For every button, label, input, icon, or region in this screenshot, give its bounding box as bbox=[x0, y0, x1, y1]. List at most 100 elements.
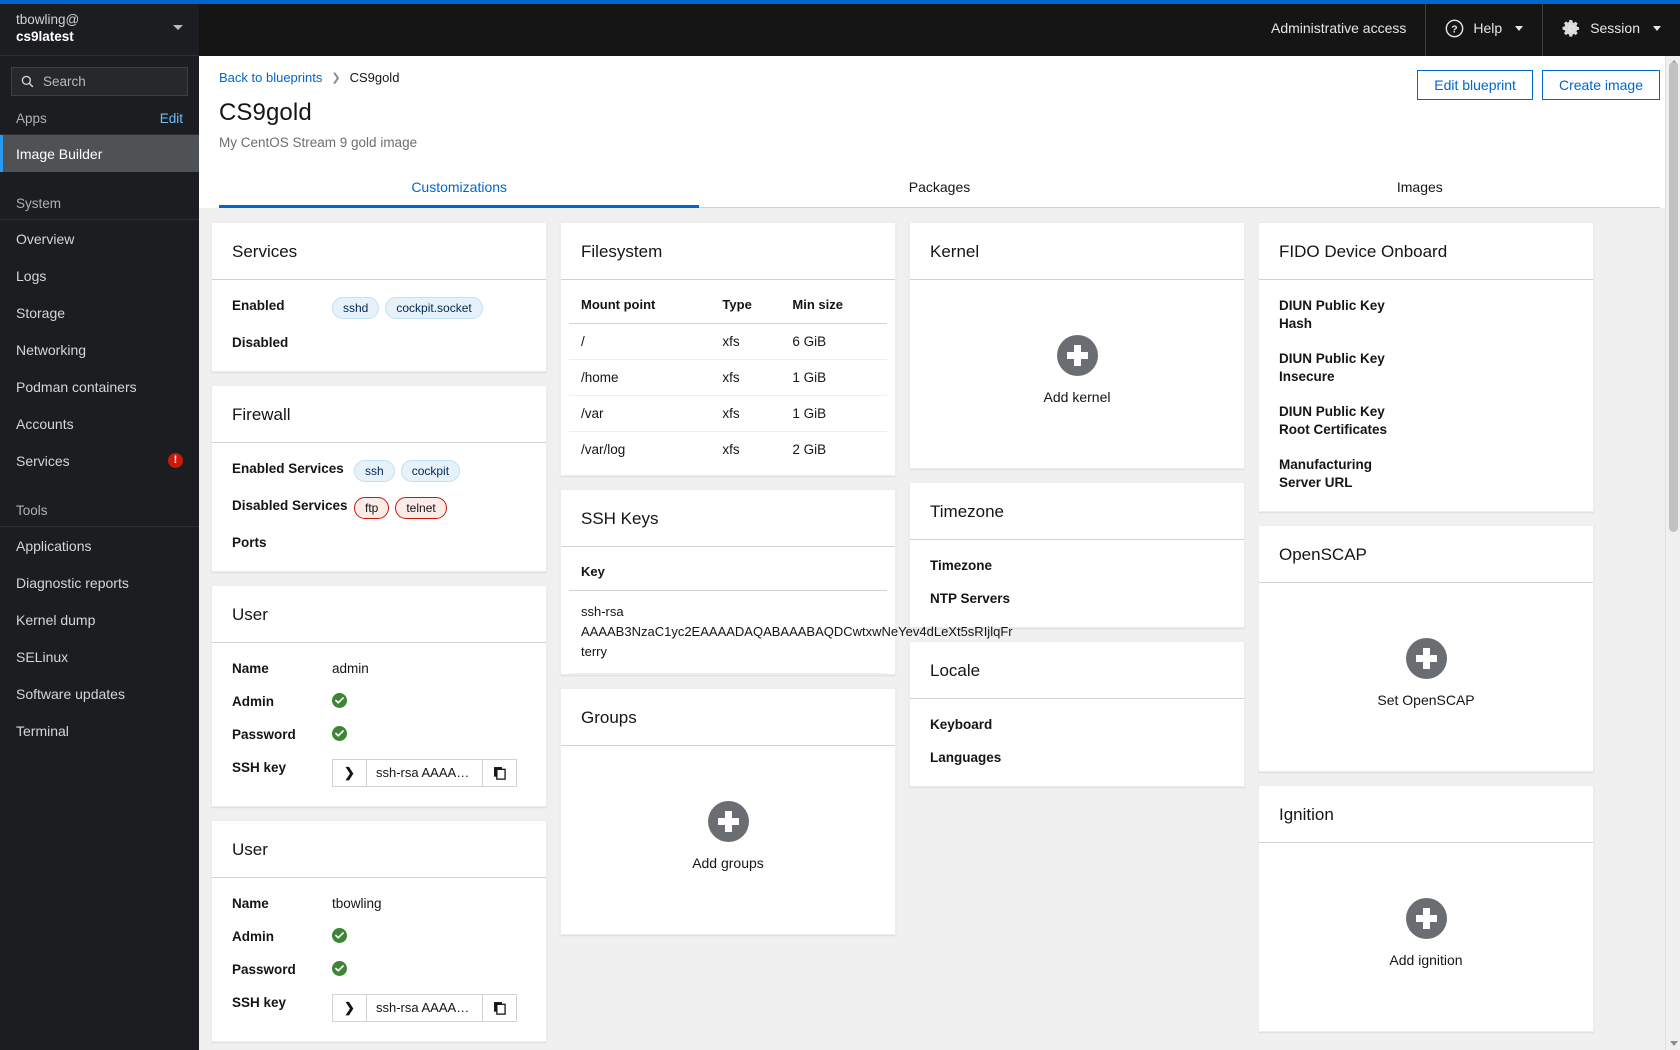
firewall-ports-values bbox=[354, 534, 526, 552]
sidebar-item-software-updates[interactable]: Software updates bbox=[0, 675, 199, 712]
tab-images[interactable]: Images bbox=[1180, 166, 1660, 207]
help-icon: ? bbox=[1446, 19, 1464, 37]
user-name-label: Name bbox=[232, 661, 269, 676]
check-circle-icon bbox=[332, 961, 347, 976]
sidebar-item-diagnostic-reports[interactable]: Diagnostic reports bbox=[0, 564, 199, 601]
user-password-value bbox=[332, 961, 526, 979]
user-card-title: User bbox=[212, 586, 546, 643]
user-card-title: User bbox=[212, 821, 546, 878]
services-card-title: Services bbox=[212, 223, 546, 280]
sidebar-item-kernel-dump[interactable]: Kernel dump bbox=[0, 601, 199, 638]
groups-empty-state: Add groups bbox=[581, 763, 875, 915]
create-image-button[interactable]: Create image bbox=[1541, 70, 1660, 100]
user-admin-label: Admin bbox=[232, 929, 274, 944]
check-circle-icon bbox=[332, 693, 347, 708]
services-enabled-label: Enabled bbox=[232, 298, 285, 313]
page-subtitle: My CentOS Stream 9 gold image bbox=[219, 135, 418, 150]
expand-chevron-right-icon[interactable]: ❯ bbox=[333, 760, 367, 786]
sidebar-item-overview[interactable]: Overview bbox=[0, 220, 199, 257]
sidebar-item-label: Services bbox=[16, 452, 70, 469]
ntp-servers-value bbox=[1030, 590, 1224, 608]
sidebar-item-accounts[interactable]: Accounts bbox=[0, 405, 199, 442]
account-switcher[interactable]: tbowling@ cs9latest bbox=[0, 0, 199, 56]
user-password-label: Password bbox=[232, 962, 296, 977]
openscap-card: OpenSCAP Set OpenSCAP bbox=[1258, 525, 1594, 772]
breadcrumb-current: CS9gold bbox=[349, 70, 400, 85]
administrative-access-button[interactable]: Administrative access bbox=[1252, 0, 1425, 56]
page-scrollbar[interactable] bbox=[1665, 56, 1680, 1050]
table-row: / xfs 6 GiB bbox=[569, 323, 887, 360]
set-openscap-button[interactable] bbox=[1405, 638, 1447, 679]
apps-edit-link[interactable]: Edit bbox=[160, 111, 183, 126]
table-header-row: Mount point Type Min size bbox=[569, 297, 887, 324]
tab-customizations[interactable]: Customizations bbox=[219, 166, 700, 208]
tools-group-label: Tools bbox=[16, 503, 48, 518]
diun-public-key-insecure-value bbox=[1409, 350, 1573, 386]
sidebar-item-logs[interactable]: Logs bbox=[0, 257, 199, 294]
firewall-disabled-values: ftp telnet bbox=[354, 497, 526, 519]
sshkey-text: ssh-rsa AAAA… bbox=[376, 1000, 470, 1015]
firewall-enabled-label: Enabled Services bbox=[232, 461, 344, 476]
chevron-down-icon bbox=[173, 25, 183, 30]
scrollbar-thumb[interactable] bbox=[1669, 62, 1678, 532]
tab-packages[interactable]: Packages bbox=[699, 166, 1179, 207]
chevron-down-icon bbox=[1653, 25, 1661, 31]
sidebar-item-services[interactable]: Services ! bbox=[0, 442, 199, 479]
tabs: Customizations Packages Images bbox=[219, 166, 1660, 208]
search-input[interactable]: Search bbox=[11, 67, 188, 96]
plus-circle-icon bbox=[707, 801, 749, 842]
sidebar-item-selinux[interactable]: SELinux bbox=[0, 638, 199, 675]
user-details-list: Name admin Admin Password SSH key ❯ ssh-… bbox=[232, 660, 526, 787]
page-header: Back to blueprints ❯ CS9gold CS9gold My … bbox=[199, 56, 1680, 208]
cell-min-size: 1 GiB bbox=[784, 395, 887, 432]
user-sshkey-value: ❯ ssh-rsa AAAA… bbox=[332, 759, 526, 787]
sidebar-item-applications[interactable]: Applications bbox=[0, 527, 199, 564]
user-name-value: tbowling bbox=[332, 896, 382, 911]
manufacturing-server-url-value bbox=[1409, 456, 1573, 492]
search-icon bbox=[21, 75, 34, 88]
services-disabled-label: Disabled bbox=[232, 335, 289, 350]
sidebar-item-image-builder[interactable]: Image Builder bbox=[0, 135, 199, 172]
svg-text:?: ? bbox=[1452, 24, 1458, 35]
kernel-card-title: Kernel bbox=[910, 223, 1244, 280]
expand-chevron-right-icon[interactable]: ❯ bbox=[333, 995, 367, 1021]
sidebar-item-terminal[interactable]: Terminal bbox=[0, 712, 199, 749]
column-header-min-size: Min size bbox=[784, 297, 887, 324]
firewall-card-title: Firewall bbox=[212, 386, 546, 443]
sidebar-item-networking[interactable]: Networking bbox=[0, 331, 199, 368]
add-ignition-button[interactable] bbox=[1405, 898, 1447, 939]
system-group-label: System bbox=[16, 196, 62, 211]
kernel-empty-state: Add kernel bbox=[930, 297, 1224, 449]
sidebar-item-label: Networking bbox=[16, 341, 87, 358]
timezone-label: Timezone bbox=[930, 558, 993, 573]
ntp-servers-label: NTP Servers bbox=[930, 591, 1011, 606]
scroll-down-arrow-icon[interactable] bbox=[1670, 1041, 1678, 1046]
check-circle-icon bbox=[332, 726, 347, 741]
user-password-label: Password bbox=[232, 727, 296, 742]
user-password-value bbox=[332, 726, 526, 744]
add-kernel-button[interactable] bbox=[1056, 335, 1098, 376]
help-menu[interactable]: ? Help bbox=[1425, 0, 1542, 56]
table-row: /home xfs 1 GiB bbox=[569, 359, 887, 396]
user-details-list: Name tbowling Admin Password SSH key ❯ s… bbox=[232, 895, 526, 1022]
edit-blueprint-button[interactable]: Edit blueprint bbox=[1417, 70, 1533, 100]
top-accent-bar bbox=[0, 0, 1680, 4]
sidebar-item-label: Terminal bbox=[16, 722, 69, 739]
copy-icon[interactable] bbox=[482, 995, 516, 1021]
diun-public-key-hash-value bbox=[1409, 297, 1573, 333]
fido-card-title: FIDO Device Onboard bbox=[1259, 223, 1593, 280]
breadcrumb-back-link[interactable]: Back to blueprints bbox=[219, 70, 322, 85]
copy-icon[interactable] bbox=[482, 760, 516, 786]
cards-columns: Services Enabled sshd cockpit.socket Dis… bbox=[199, 222, 1680, 1042]
sidebar-item-label: Software updates bbox=[16, 685, 125, 702]
user-admin-value bbox=[332, 928, 526, 946]
sidebar-item-storage[interactable]: Storage bbox=[0, 294, 199, 331]
sidebar-item-podman-containers[interactable]: Podman containers bbox=[0, 368, 199, 405]
firewall-chip: cockpit bbox=[400, 460, 461, 482]
main-content: Back to blueprints ❯ CS9gold CS9gold My … bbox=[199, 56, 1680, 1050]
add-groups-button[interactable] bbox=[707, 801, 749, 842]
set-openscap-label: Set OpenSCAP bbox=[1377, 692, 1475, 708]
session-menu[interactable]: Session bbox=[1542, 0, 1680, 56]
cell-mount-point: /var/log bbox=[581, 442, 626, 457]
